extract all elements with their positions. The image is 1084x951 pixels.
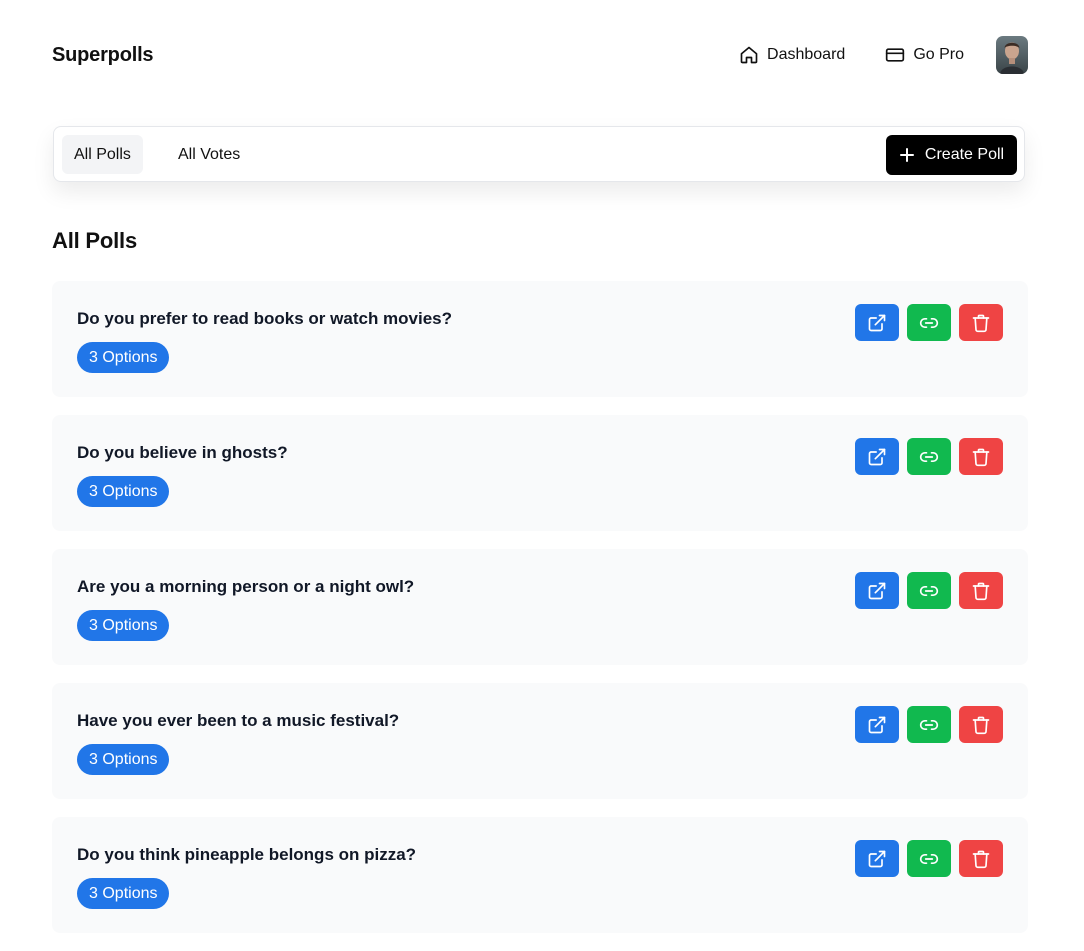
poll-actions bbox=[847, 304, 1003, 341]
delete-poll-button[interactable] bbox=[959, 706, 1003, 743]
options-badge: 3 Options bbox=[77, 744, 170, 775]
top-nav: Dashboard Go Pro bbox=[739, 36, 1028, 74]
external-link-icon bbox=[868, 582, 886, 599]
poll-actions bbox=[847, 438, 1003, 475]
nav-dashboard[interactable]: Dashboard bbox=[739, 45, 845, 65]
delete-poll-button[interactable] bbox=[959, 304, 1003, 341]
trash-icon bbox=[972, 850, 990, 868]
poll-list: Do you prefer to read books or watch mov… bbox=[52, 281, 1028, 951]
copy-link-button[interactable] bbox=[907, 304, 951, 341]
poll-question: Have you ever been to a music festival? bbox=[77, 711, 400, 730]
poll-card: Are you a morning person or a night owl?… bbox=[52, 549, 1028, 665]
copy-link-button[interactable] bbox=[907, 572, 951, 609]
poll-actions bbox=[847, 840, 1003, 877]
poll-actions bbox=[847, 706, 1003, 743]
brand-logo[interactable]: Superpolls bbox=[52, 44, 154, 67]
external-link-icon bbox=[868, 314, 886, 331]
open-poll-button[interactable] bbox=[855, 840, 899, 877]
delete-poll-button[interactable] bbox=[959, 840, 1003, 877]
external-link-icon bbox=[868, 850, 886, 867]
open-poll-button[interactable] bbox=[855, 304, 899, 341]
avatar[interactable] bbox=[996, 36, 1028, 74]
copy-link-button[interactable] bbox=[907, 840, 951, 877]
poll-card: Do you think pineapple belongs on pizza?… bbox=[52, 817, 1028, 933]
options-badge: 3 Options bbox=[77, 476, 170, 507]
open-poll-button[interactable] bbox=[855, 572, 899, 609]
poll-question: Are you a morning person or a night owl? bbox=[77, 577, 415, 596]
link-icon bbox=[919, 853, 939, 864]
link-icon bbox=[919, 451, 939, 462]
delete-poll-button[interactable] bbox=[959, 572, 1003, 609]
open-poll-button[interactable] bbox=[855, 706, 899, 743]
plus-icon bbox=[899, 148, 914, 162]
link-icon bbox=[919, 585, 939, 596]
home-icon bbox=[740, 46, 758, 64]
top-header: Superpolls Dashboard Go Pro bbox=[52, 30, 1028, 80]
user-avatar-icon bbox=[996, 36, 1028, 74]
nav-dashboard-label: Dashboard bbox=[767, 46, 846, 63]
nav-go-pro-label: Go Pro bbox=[913, 46, 964, 63]
copy-link-button[interactable] bbox=[907, 438, 951, 475]
trash-icon bbox=[972, 448, 990, 466]
tab-all-votes[interactable]: All Votes bbox=[166, 135, 252, 174]
tab-all-polls[interactable]: All Polls bbox=[62, 135, 143, 174]
poll-card: Have you ever been to a music festival? … bbox=[52, 683, 1028, 799]
poll-question: Do you believe in ghosts? bbox=[77, 443, 288, 462]
page-title: All Polls bbox=[52, 228, 137, 253]
trash-icon bbox=[972, 314, 990, 332]
poll-question: Do you prefer to read books or watch mov… bbox=[77, 309, 453, 328]
delete-poll-button[interactable] bbox=[959, 438, 1003, 475]
create-poll-button[interactable]: Create Poll bbox=[886, 135, 1017, 175]
trash-icon bbox=[972, 582, 990, 600]
link-icon bbox=[919, 317, 939, 328]
external-link-icon bbox=[868, 716, 886, 733]
nav-go-pro[interactable]: Go Pro bbox=[885, 45, 964, 65]
poll-actions bbox=[847, 572, 1003, 609]
trash-icon bbox=[972, 716, 990, 734]
poll-question: Do you think pineapple belongs on pizza? bbox=[77, 845, 417, 864]
options-badge: 3 Options bbox=[77, 342, 170, 373]
credit-card-icon bbox=[886, 48, 905, 62]
copy-link-button[interactable] bbox=[907, 706, 951, 743]
external-link-icon bbox=[868, 448, 886, 465]
create-poll-label: Create Poll bbox=[924, 146, 1005, 163]
options-badge: 3 Options bbox=[77, 610, 170, 641]
poll-card: Do you prefer to read books or watch mov… bbox=[52, 281, 1028, 397]
poll-card: Do you believe in ghosts? 3 Options bbox=[52, 415, 1028, 531]
link-icon bbox=[919, 719, 939, 730]
options-badge: 3 Options bbox=[77, 878, 170, 909]
open-poll-button[interactable] bbox=[855, 438, 899, 475]
poll-toolbar: All Polls All Votes Create Poll bbox=[53, 126, 1025, 182]
